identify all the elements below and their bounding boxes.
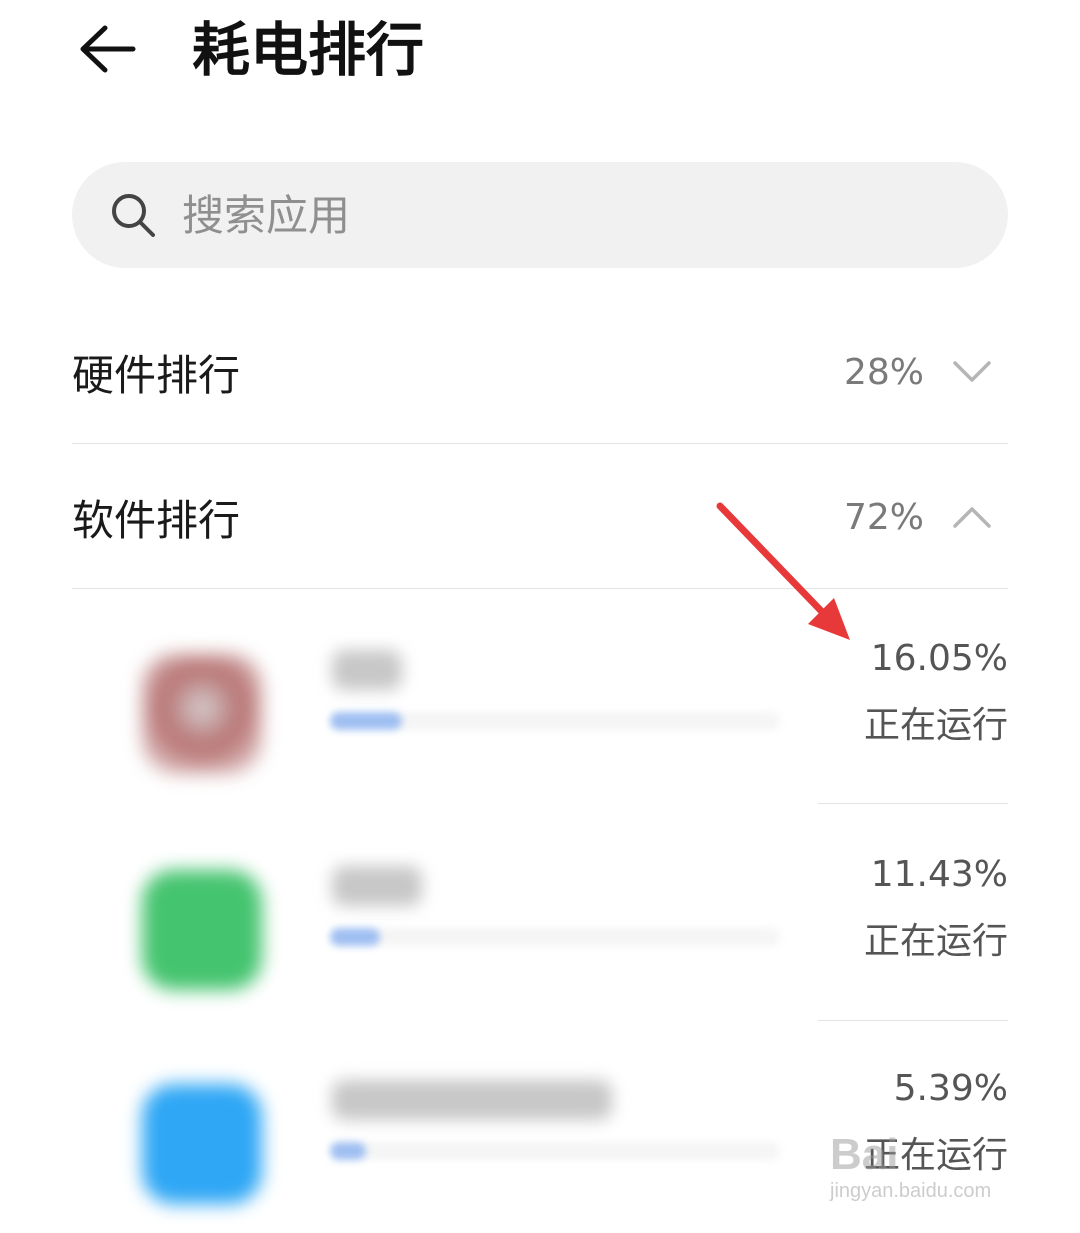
divider bbox=[818, 1020, 1008, 1021]
app-status: 正在运行 bbox=[863, 921, 1008, 962]
search-input[interactable] bbox=[180, 174, 964, 256]
app-status: 正在运行 bbox=[863, 705, 1008, 746]
search-bar[interactable] bbox=[72, 162, 1008, 268]
app-icon bbox=[132, 1074, 272, 1214]
back-arrow-icon bbox=[80, 25, 136, 73]
app-name-blurred bbox=[332, 1080, 612, 1120]
back-button[interactable] bbox=[72, 14, 142, 84]
usage-bar bbox=[330, 1142, 780, 1160]
app-percent: 11.43% bbox=[870, 854, 1008, 895]
usage-bar bbox=[330, 712, 780, 730]
app-list-item[interactable]: 16.05% 正在运行 bbox=[120, 600, 1008, 814]
section-label: 软件排行 bbox=[72, 495, 241, 545]
annotation-arrow-icon bbox=[716, 502, 850, 640]
app-name-blurred bbox=[332, 650, 402, 690]
annotation-arrow-shaft bbox=[716, 502, 832, 622]
page-title: 耗电排行 bbox=[192, 16, 425, 84]
watermark-sub: jingyan.baidu.com bbox=[830, 1180, 992, 1202]
watermark-main: Bai bbox=[830, 1130, 899, 1179]
app-icon bbox=[132, 860, 272, 1000]
section-label: 硬件排行 bbox=[72, 350, 241, 400]
app-percent: 16.05% bbox=[870, 638, 1008, 679]
chevron-down-icon bbox=[953, 361, 991, 382]
app-icon bbox=[132, 644, 272, 784]
section-right: 28% bbox=[844, 352, 1008, 393]
app-percent: 5.39% bbox=[893, 1068, 1008, 1109]
divider bbox=[72, 443, 1008, 444]
app-icon-image bbox=[142, 654, 262, 774]
usage-bar-fill bbox=[330, 928, 380, 946]
usage-bar-fill bbox=[330, 1142, 366, 1160]
search-icon bbox=[112, 194, 155, 237]
usage-bar bbox=[330, 928, 780, 946]
app-icon-image bbox=[142, 870, 262, 990]
divider bbox=[818, 803, 1008, 804]
usage-bar-fill bbox=[330, 712, 402, 730]
chevron-up-icon bbox=[953, 507, 991, 528]
section-percent: 28% bbox=[843, 351, 924, 393]
app-name-blurred bbox=[332, 866, 422, 906]
battery-ranking-page: 耗电排行 硬件排行 28% 软件排行 72% bbox=[0, 0, 1080, 1233]
baidu-watermark: Bai jingyan.baidu.com bbox=[830, 1130, 1030, 1220]
app-list-item[interactable]: 11.43% 正在运行 bbox=[120, 816, 1008, 1030]
section-hardware-ranking[interactable]: 硬件排行 28% bbox=[72, 300, 1008, 444]
app-icon-image bbox=[142, 1084, 262, 1204]
